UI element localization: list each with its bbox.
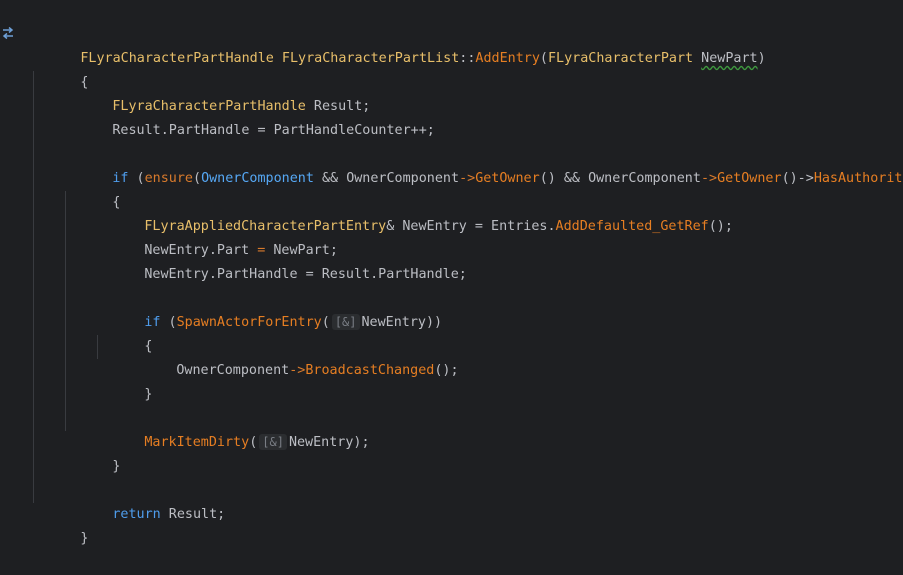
code-text[interactable]: FLyraCharacterPartHandle FLyraCharacterP… xyxy=(32,23,903,546)
indent-guide xyxy=(33,455,34,479)
indent-guide xyxy=(33,95,34,119)
code-line[interactable]: Result.PartHandle = PartHandleCounter++; xyxy=(32,95,903,138)
code-line[interactable]: if (SpawnActorForEntry([&] NewEntry)) xyxy=(32,287,903,330)
indent-guide xyxy=(33,215,34,239)
brace: } xyxy=(80,531,89,546)
code-line[interactable]: { xyxy=(32,167,903,210)
code-line[interactable]: NewEntry.Part = NewPart; xyxy=(32,215,903,258)
indent-guide xyxy=(65,191,66,215)
indent-guide xyxy=(33,311,34,335)
indent-guide xyxy=(33,287,34,311)
indent-guide xyxy=(97,335,98,359)
code-line[interactable]: FLyraAppliedCharacterPartEntry& NewEntry… xyxy=(32,191,903,234)
code-line[interactable]: return Result; xyxy=(32,479,903,522)
indent-guide xyxy=(65,311,66,335)
code-line[interactable]: FLyraCharacterPartHandle FLyraCharacterP… xyxy=(32,23,903,66)
indent-guide xyxy=(65,335,66,359)
indent-guide xyxy=(33,359,34,383)
indent-guide xyxy=(33,263,34,287)
code-line[interactable]: { xyxy=(32,47,903,90)
indent-guide xyxy=(65,383,66,407)
indent-guide xyxy=(33,239,34,263)
indent-guide xyxy=(33,143,34,167)
indent-guide xyxy=(65,215,66,239)
indent-guide xyxy=(33,119,34,143)
code-line-empty[interactable] xyxy=(32,455,903,479)
indent-guide xyxy=(33,191,34,215)
indent-guide xyxy=(65,359,66,383)
code-line[interactable]: } xyxy=(32,359,903,402)
code-line-empty[interactable] xyxy=(32,383,903,407)
code-line[interactable]: FLyraCharacterPartHandle Result; xyxy=(32,71,903,114)
code-line[interactable]: NewEntry.PartHandle = Result.PartHandle; xyxy=(32,239,903,282)
code-line[interactable]: } xyxy=(32,503,903,546)
code-line[interactable]: { xyxy=(32,311,903,354)
code-line[interactable]: OwnerComponent->BroadcastChanged(); xyxy=(32,335,903,378)
indent-guide xyxy=(33,431,34,455)
indent-guide xyxy=(33,335,34,359)
implementation-arrows-icon[interactable] xyxy=(1,26,15,40)
code-line-empty[interactable] xyxy=(32,263,903,287)
code-line[interactable]: } xyxy=(32,431,903,474)
code-line-empty[interactable] xyxy=(32,119,903,143)
code-line[interactable]: MarkItemDirty([&] NewEntry); xyxy=(32,407,903,450)
code-line[interactable]: if (ensure(OwnerComponent && OwnerCompon… xyxy=(32,143,903,186)
indent-guide xyxy=(33,71,34,95)
indent-guide xyxy=(33,167,34,191)
indent-guide xyxy=(33,383,34,407)
indent-guide xyxy=(33,479,34,503)
indent-guide xyxy=(65,407,66,431)
indent-guide xyxy=(65,287,66,311)
indent-guide xyxy=(65,263,66,287)
indent-guide xyxy=(33,407,34,431)
code-editor[interactable]: FLyraCharacterPartHandle FLyraCharacterP… xyxy=(0,0,903,546)
indent-guide xyxy=(65,239,66,263)
editor-gutter[interactable] xyxy=(0,0,26,528)
